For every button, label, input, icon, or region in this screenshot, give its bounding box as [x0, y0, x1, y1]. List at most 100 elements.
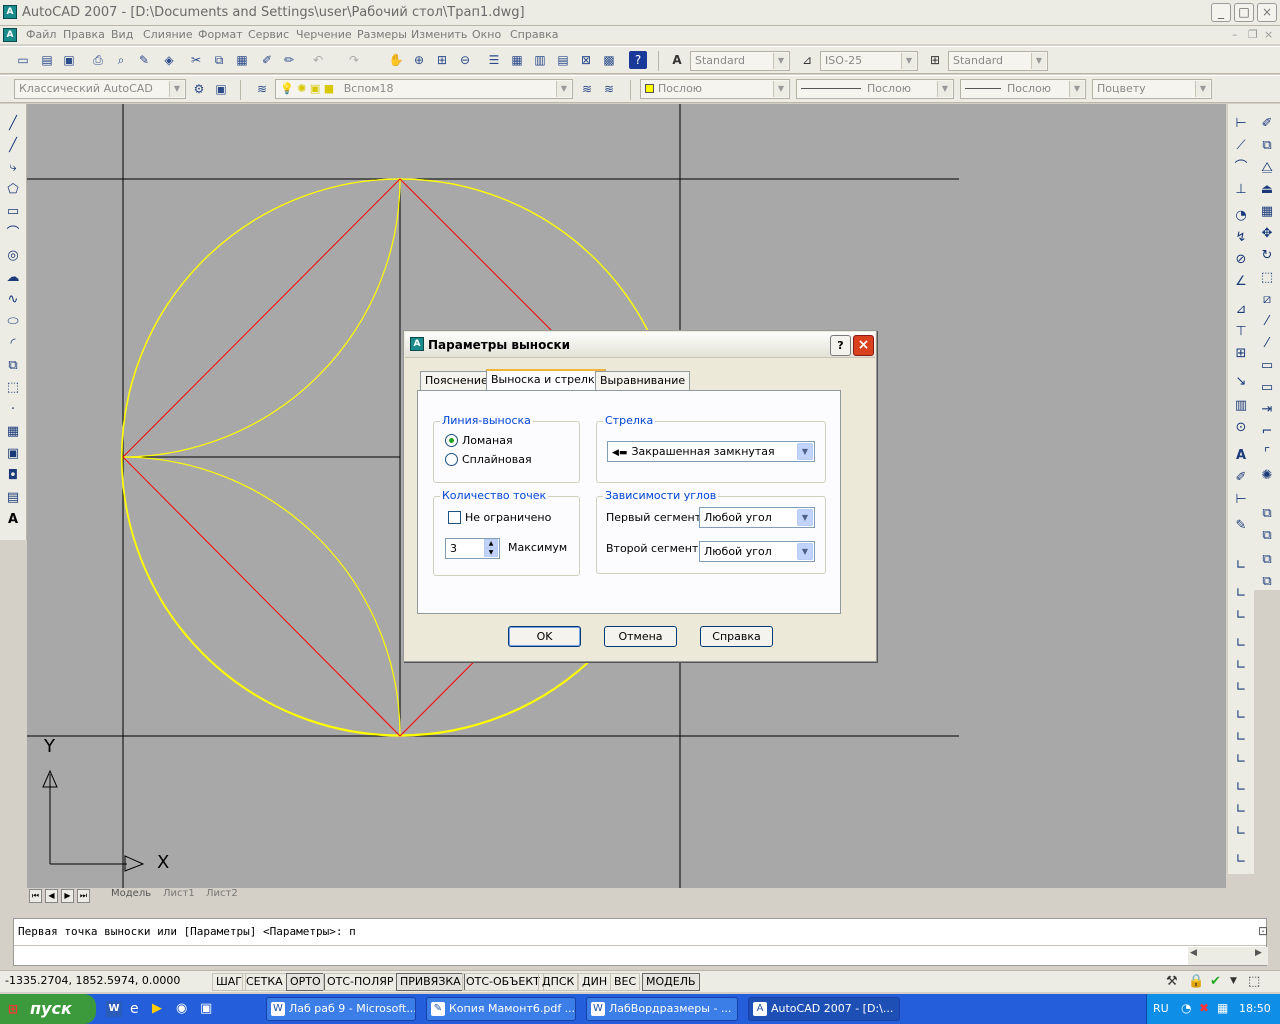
help-button[interactable]: Справка	[700, 626, 773, 647]
erase-icon[interactable]: ✐	[1257, 114, 1277, 134]
last-tab-icon[interactable]: ⏭	[77, 889, 90, 903]
menu-merge[interactable]: Слияние	[143, 28, 193, 41]
polygon-icon[interactable]: ⬠	[3, 180, 23, 200]
arc-length-icon[interactable]: ⌒	[1231, 158, 1251, 178]
ucs-icon-9[interactable]: ∟	[1231, 750, 1251, 770]
messenger-icon[interactable]: ◉	[176, 1001, 187, 1016]
menu-modify[interactable]: Изменить	[411, 28, 467, 41]
otrack-toggle[interactable]: ОТС-ОБЪЕКТ	[462, 973, 544, 991]
extend-icon[interactable]: ⁄	[1257, 334, 1277, 354]
offset-icon[interactable]: ⏏	[1257, 180, 1277, 200]
media-player-icon[interactable]: ▶	[152, 1001, 162, 1016]
tolerance-icon[interactable]: ▥	[1231, 396, 1251, 416]
publish-icon[interactable]: ✎	[135, 51, 153, 69]
line-icon[interactable]: ╱	[3, 114, 23, 134]
draworder-icon-4[interactable]: ⧉	[1257, 572, 1277, 592]
rotate-icon[interactable]: ↻	[1257, 246, 1277, 266]
model-toggle[interactable]: МОДЕЛЬ	[642, 973, 700, 991]
join-icon[interactable]: ⇥	[1257, 400, 1277, 420]
ucs-icon-1[interactable]: ∟	[1231, 556, 1251, 576]
tab-sheet2[interactable]: Лист2	[206, 888, 238, 899]
trim-icon[interactable]: ⁄	[1257, 312, 1277, 332]
quick-leader-icon[interactable]: ↘	[1231, 372, 1251, 392]
ucs-icon-4[interactable]: ∟	[1231, 634, 1251, 654]
spline-radio[interactable]	[445, 453, 458, 466]
max-points-stepper[interactable]: 3 ▲ ▼	[445, 538, 500, 559]
ucs-icon-8[interactable]: ∟	[1231, 728, 1251, 748]
help-icon[interactable]: ?	[629, 51, 647, 69]
next-tab-icon[interactable]: ▶	[61, 889, 74, 903]
plotstyle-select[interactable]: Поцвету ▼	[1092, 79, 1212, 99]
explode-icon[interactable]: ✺	[1257, 466, 1277, 486]
dyn-toggle[interactable]: ДИН	[578, 973, 612, 991]
task-word-dims[interactable]: W ЛабВордразмеры - ...	[586, 997, 738, 1021]
cut-icon[interactable]: ✂	[187, 51, 205, 69]
text-style-icon[interactable]: A	[668, 51, 686, 69]
doc-minimize-button[interactable]: –	[1232, 28, 1238, 41]
first-tab-icon[interactable]: ⏮	[29, 889, 42, 903]
scale-icon[interactable]: ⬚	[1257, 268, 1277, 288]
pan-icon[interactable]: ✋	[387, 51, 405, 69]
radius-dim-icon[interactable]: ◔	[1231, 206, 1251, 226]
center-mark-icon[interactable]: ⊙	[1231, 418, 1251, 438]
menu-file[interactable]: Файл	[26, 28, 56, 41]
dim-text-edit-icon[interactable]: ✐	[1231, 468, 1251, 488]
table-style-select[interactable]: Standard ▼	[948, 51, 1048, 71]
table-style-icon[interactable]: ⊞	[926, 51, 944, 69]
autocad-app-icon[interactable]: A	[3, 5, 17, 19]
draworder-icon-1[interactable]: ⧉	[1257, 504, 1277, 524]
ucs-icon-2[interactable]: ∟	[1231, 584, 1251, 604]
layer-select[interactable]: 💡 ✺ ▣ ■ Вспом18 ▼	[275, 79, 573, 99]
properties-icon[interactable]: ☰	[485, 51, 503, 69]
tab-annotation[interactable]: Пояснение	[420, 371, 493, 391]
break-at-point-icon[interactable]: ▭	[1257, 356, 1277, 376]
communication-center-icon[interactable]: ⚒	[1166, 974, 1178, 989]
spline-label[interactable]: Сплайновая	[462, 453, 532, 466]
clean-screen-icon[interactable]: ⬚	[1248, 974, 1260, 989]
cancel-button[interactable]: Отмена	[604, 626, 677, 647]
network-icon[interactable]: ▦	[1217, 1001, 1228, 1015]
tray-app-icon[interactable]: ◔	[1181, 1001, 1191, 1015]
make-block-icon[interactable]: ⬚	[3, 378, 23, 398]
angular-dim-icon[interactable]: ∠	[1231, 272, 1251, 292]
region-icon[interactable]: ◘	[3, 466, 23, 486]
word-quicklaunch-icon[interactable]: W	[106, 1001, 122, 1017]
menu-draw[interactable]: Черчение	[296, 28, 352, 41]
linetype-select[interactable]: Послою ▼	[796, 79, 954, 99]
draworder-icon-3[interactable]: ⧉	[1257, 550, 1277, 570]
second-segment-select[interactable]: Любой угол ▼	[699, 541, 815, 562]
command-window[interactable]: Первая точка выноски или [Параметры] <Па…	[13, 918, 1268, 966]
start-button[interactable]: ⊞ пуск	[0, 994, 96, 1024]
dialog-help-icon[interactable]: ?	[830, 335, 851, 356]
move-icon[interactable]: ✥	[1257, 224, 1277, 244]
match-properties-icon[interactable]: ✐	[258, 51, 276, 69]
mtext-icon[interactable]: A	[3, 510, 23, 530]
ucs-icon-3[interactable]: ∟	[1231, 606, 1251, 626]
antivirus-icon[interactable]: ✖	[1199, 1001, 1209, 1015]
chamfer-icon[interactable]: ⌐	[1257, 422, 1277, 442]
linear-dim-icon[interactable]: ⊢	[1231, 114, 1251, 134]
ordinate-dim-icon[interactable]: ⊥	[1231, 180, 1251, 200]
3d-dwf-icon[interactable]: ◈	[160, 51, 178, 69]
gradient-icon[interactable]: ▣	[3, 444, 23, 464]
first-segment-select[interactable]: Любой угол ▼	[699, 507, 815, 528]
grid-toggle[interactable]: СЕТКА	[242, 973, 287, 991]
markup-icon[interactable]: ⊠	[577, 51, 595, 69]
doc-restore-button[interactable]: ❐	[1248, 28, 1258, 41]
ellipse-arc-icon[interactable]: ◜	[3, 334, 23, 354]
tab-sheet1[interactable]: Лист1	[163, 888, 195, 899]
new-icon[interactable]: ▭	[14, 51, 32, 69]
maximize-button[interactable]: □	[1234, 3, 1254, 22]
command-window-handle-icon[interactable]: ⊡	[1258, 924, 1274, 940]
tab-leader-arrow[interactable]: Выноска и стрелка	[486, 369, 607, 391]
ucs-icon-13[interactable]: ∟	[1231, 850, 1251, 870]
tool-palettes-icon[interactable]: ▥	[531, 51, 549, 69]
hatch-icon[interactable]: ▦	[3, 422, 23, 442]
diameter-dim-icon[interactable]: ⊘	[1231, 250, 1251, 270]
no-limit-checkbox[interactable]	[448, 511, 461, 524]
stepper-down-icon[interactable]: ▼	[484, 548, 498, 557]
point-icon[interactable]: ·	[3, 400, 23, 420]
ok-button[interactable]: OK	[508, 626, 581, 647]
dialog-close-icon[interactable]: ×	[853, 335, 874, 356]
task-autocad[interactable]: A AutoCAD 2007 - [D:\...	[748, 997, 900, 1021]
